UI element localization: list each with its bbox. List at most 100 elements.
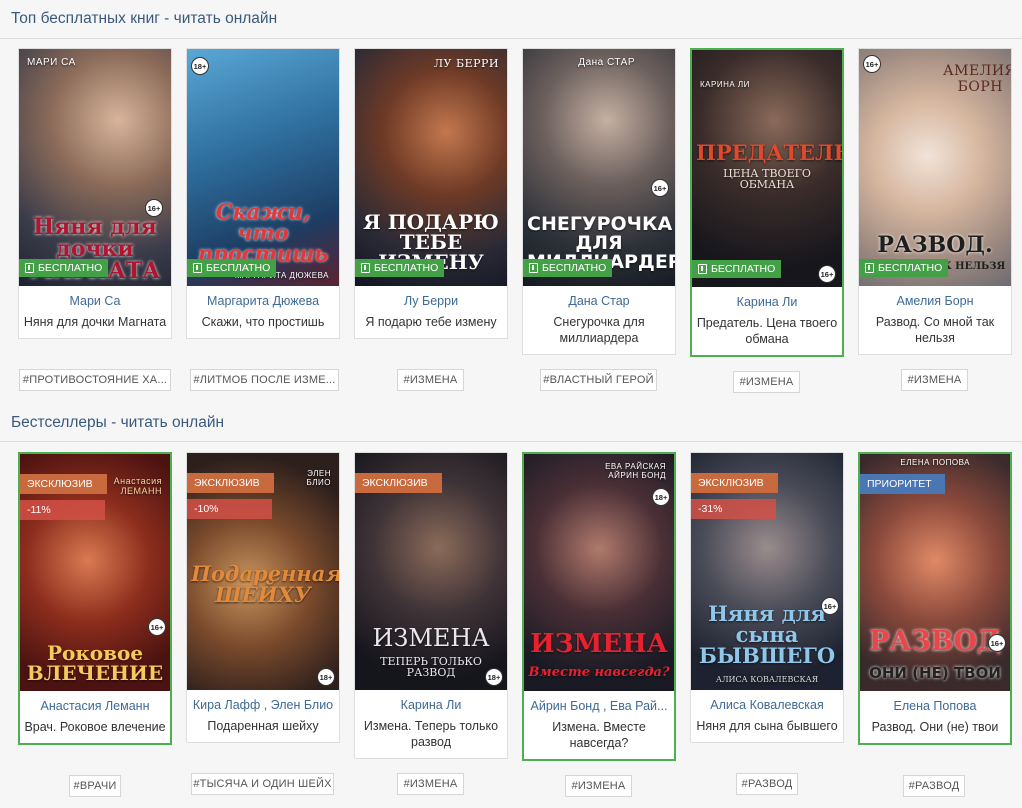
book-cover[interactable]: Анастасия ЛЕМАНН Роковое ВЛЕЧЕНИЕ 16+ ЭК…: [20, 454, 170, 691]
book-card[interactable]: Скажи, что простишь МАРГАРИТА ДЮЖЕВА 18+…: [186, 48, 340, 339]
section-title-bestsellers[interactable]: Бестселлеры - читать онлайн: [11, 414, 224, 432]
book-author-link[interactable]: Карина Ли: [359, 697, 503, 713]
book-title-link[interactable]: Врач. Роковое влечение: [24, 719, 166, 735]
book-card-highlighted[interactable]: ЕВА РАЙСКАЯ АЙРИН БОНД ИЗМЕНА Вместе нав…: [522, 452, 676, 761]
book-card-highlighted[interactable]: Анастасия ЛЕМАНН Роковое ВЛЕЧЕНИЕ 16+ ЭК…: [18, 452, 172, 745]
genre-tag[interactable]: #ИЗМЕНА: [733, 371, 800, 393]
book-title-link[interactable]: Развод. Со мной так нельзя: [863, 314, 1007, 346]
exclusive-badge: ЭКСКЛЮЗИВ: [691, 473, 778, 493]
book-author-link[interactable]: Маргарита Дюжева: [191, 293, 335, 309]
book-title-link[interactable]: Няня для сына бывшего: [695, 718, 839, 734]
age-rating-badge: 18+: [191, 57, 209, 75]
card-info: Лу Берри Я подарю тебе измену: [355, 286, 507, 338]
book-card[interactable]: ЭЛЕН БЛИО Подаренная ШЕЙХУ 18+ ЭКСКЛЮЗИВ…: [186, 452, 340, 743]
exclusive-badge: ЭКСКЛЮЗИВ: [20, 474, 107, 494]
book-card[interactable]: Няня для сына БЫВШЕГО АЛИСА КОВАЛЕВСКАЯ …: [690, 452, 844, 743]
genre-tag[interactable]: #ПРОТИВОСТОЯНИЕ ХА...: [19, 369, 171, 391]
book-cover[interactable]: ЭЛЕН БЛИО Подаренная ШЕЙХУ 18+ ЭКСКЛЮЗИВ…: [187, 453, 339, 690]
book-cover[interactable]: ЕВА РАЙСКАЯ АЙРИН БОНД ИЗМЕНА Вместе нав…: [524, 454, 674, 691]
genre-tag[interactable]: #ТЫСЯЧА И ОДИН ШЕЙХ: [191, 773, 334, 795]
genre-tag[interactable]: #ИЗМЕНА: [901, 369, 968, 391]
book-author-link[interactable]: Алиса Ковалевская: [695, 697, 839, 713]
age-rating-badge: 16+: [821, 597, 839, 615]
cover-subtitle-text: АЛИСА КОВАЛЕВСКАЯ: [715, 675, 819, 684]
book-card[interactable]: АМЕЛИЯ БОРН РАЗВОД. СО МНОЙ ТАК НЕЛЬЗЯ 1…: [858, 48, 1012, 355]
cover-title-text: Скажи, что простишь: [197, 199, 329, 266]
cover-title-text: ПРЕДАТЕЛЬ: [696, 140, 842, 165]
book-author-link[interactable]: Елена Попова: [864, 698, 1006, 714]
book-cover[interactable]: ЛУ БЕРРИ Я ПОДАРЮ ТЕБЕ ИЗМЕНУ БЕСПЛАТНО: [355, 49, 507, 286]
genre-tag[interactable]: #ЛИТМОБ ПОСЛЕ ИЗМЕ...: [190, 369, 339, 391]
book-author-link[interactable]: Мари Са: [23, 293, 167, 309]
cover-title-text: Подаренная ШЕЙХУ: [191, 561, 339, 607]
book-author-link[interactable]: Карина Ли: [696, 294, 838, 310]
book-card[interactable]: ЛУ БЕРРИ Я ПОДАРЮ ТЕБЕ ИЗМЕНУ БЕСПЛАТНО …: [354, 48, 508, 339]
book-cover[interactable]: ЕЛЕНА ПОПОВА РАЗВОД ОНИ (НЕ) ТВОИ 16+ ПР…: [860, 454, 1010, 691]
cover-author-text: ЕЛЕНА ПОПОВА: [900, 458, 970, 467]
book-author-link[interactable]: Анастасия Леманн: [24, 698, 166, 714]
priority-badge: ПРИОРИТЕТ: [860, 474, 945, 494]
book-author-link[interactable]: Айрин Бонд , Ева Рай...: [528, 698, 670, 714]
book-author-link[interactable]: Амелия Борн: [863, 293, 1007, 309]
book-card[interactable]: ИЗМЕНА ТЕПЕРЬ ТОЛЬКО РАЗВОД 18+ ЭКСКЛЮЗИ…: [354, 452, 508, 759]
book-author-link[interactable]: Дана Стар: [527, 293, 671, 309]
book-title-link[interactable]: Измена. Теперь только развод: [359, 718, 503, 750]
book-title-link[interactable]: Я подарю тебе измену: [359, 314, 503, 330]
book-cover[interactable]: Дана СТАР СНЕГУРОЧКА ДЛЯ МИЛЛИАРДЕРА 16+…: [523, 49, 675, 286]
discount-badge: -10%: [187, 499, 272, 519]
book-card-highlighted[interactable]: ЕЛЕНА ПОПОВА РАЗВОД ОНИ (НЕ) ТВОИ 16+ ПР…: [858, 452, 1012, 745]
genre-tag[interactable]: #РАЗВОД: [903, 775, 965, 797]
free-badge-label: БЕСПЛАТНО: [374, 262, 439, 274]
book-card[interactable]: МАРИ СА Няня для дочки МАГНАТА 16+ БЕСПЛ…: [18, 48, 172, 339]
book-icon: [193, 263, 202, 273]
book-title-link[interactable]: Няня для дочки Магната: [23, 314, 167, 330]
age-rating-badge: 18+: [485, 668, 503, 686]
section-title-link[interactable]: Топ бесплатных книг - читать онлайн: [11, 10, 277, 27]
genre-tag[interactable]: #ВРАЧИ: [69, 775, 121, 797]
book-icon: [529, 263, 538, 273]
book-author-link[interactable]: Лу Берри: [359, 293, 503, 309]
cover-subtitle-text: Вместе навсегда?: [528, 665, 670, 680]
cover-author-text: ЛУ БЕРРИ: [433, 57, 499, 70]
genre-tag[interactable]: #ИЗМЕНА: [565, 775, 632, 797]
book-card-highlighted[interactable]: КАРИНА ЛИ ПРЕДАТЕЛЬ ЦЕНА ТВОЕГО ОБМАНА 1…: [690, 48, 844, 357]
genre-tag[interactable]: #РАЗВОД: [736, 773, 798, 795]
section-title-top-free[interactable]: Топ бесплатных книг - читать онлайн: [11, 10, 277, 28]
book-title-link[interactable]: Развод. Они (не) твои: [864, 719, 1006, 735]
book-title-link[interactable]: Подаренная шейху: [191, 718, 335, 734]
book-title-link[interactable]: Скажи, что простишь: [191, 314, 335, 330]
book-author-link[interactable]: Кира Лафф , Элен Блио: [191, 697, 335, 713]
free-badge: БЕСПЛАТНО: [692, 260, 782, 278]
cover-title-text: Роковое ВЛЕЧЕНИЕ: [26, 641, 164, 685]
book-cover[interactable]: АМЕЛИЯ БОРН РАЗВОД. СО МНОЙ ТАК НЕЛЬЗЯ 1…: [859, 49, 1011, 286]
book-title-link[interactable]: Предатель. Цена твоего обмана: [696, 315, 838, 347]
cover-author-text: ЭЛЕН БЛИО: [306, 469, 331, 487]
discount-badge: -11%: [20, 500, 105, 520]
book-title-link[interactable]: Измена. Вместе навсегда?: [528, 719, 670, 751]
card-info: Кира Лафф , Элен Блио Подаренная шейху: [187, 690, 339, 742]
free-badge-label: БЕСПЛАТНО: [878, 262, 943, 274]
section-title-link[interactable]: Бестселлеры - читать онлайн: [11, 414, 224, 431]
book-title-link[interactable]: Снегурочка для миллиардера: [527, 314, 671, 346]
book-icon: [361, 263, 370, 273]
book-cover[interactable]: ИЗМЕНА ТЕПЕРЬ ТОЛЬКО РАЗВОД 18+ ЭКСКЛЮЗИ…: [355, 453, 507, 690]
card-info: Дана Стар Снегурочка для миллиардера: [523, 286, 675, 354]
cover-subtitle-text: ТЕПЕРЬ ТОЛЬКО РАЗВОД: [380, 655, 482, 679]
card-info: Айрин Бонд , Ева Рай... Измена. Вместе н…: [524, 691, 674, 759]
exclusive-badge: ЭКСКЛЮЗИВ: [187, 473, 274, 493]
card-info: Карина Ли Предатель. Цена твоего обмана: [692, 287, 842, 355]
genre-tag[interactable]: #ВЛАСТНЫЙ ГЕРОЙ: [540, 369, 657, 391]
genre-tag[interactable]: #ИЗМЕНА: [397, 773, 464, 795]
age-rating-badge: 16+: [818, 265, 836, 283]
book-cover[interactable]: МАРИ СА Няня для дочки МАГНАТА 16+ БЕСПЛ…: [19, 49, 171, 286]
genre-tag[interactable]: #ИЗМЕНА: [397, 369, 464, 391]
card-info: Анастасия Леманн Врач. Роковое влечение: [20, 691, 170, 743]
cover-subtitle-text: ОНИ (НЕ) ТВОИ: [869, 664, 1001, 682]
card-info: Алиса Ковалевская Няня для сына бывшего: [691, 690, 843, 742]
book-card[interactable]: Дана СТАР СНЕГУРОЧКА ДЛЯ МИЛЛИАРДЕРА 16+…: [522, 48, 676, 355]
book-cover[interactable]: Скажи, что простишь МАРГАРИТА ДЮЖЕВА 18+…: [187, 49, 339, 286]
free-badge: БЕСПЛАТНО: [19, 259, 109, 277]
age-rating-badge: 18+: [652, 488, 670, 506]
book-cover[interactable]: Няня для сына БЫВШЕГО АЛИСА КОВАЛЕВСКАЯ …: [691, 453, 843, 690]
book-cover[interactable]: КАРИНА ЛИ ПРЕДАТЕЛЬ ЦЕНА ТВОЕГО ОБМАНА 1…: [692, 50, 842, 287]
